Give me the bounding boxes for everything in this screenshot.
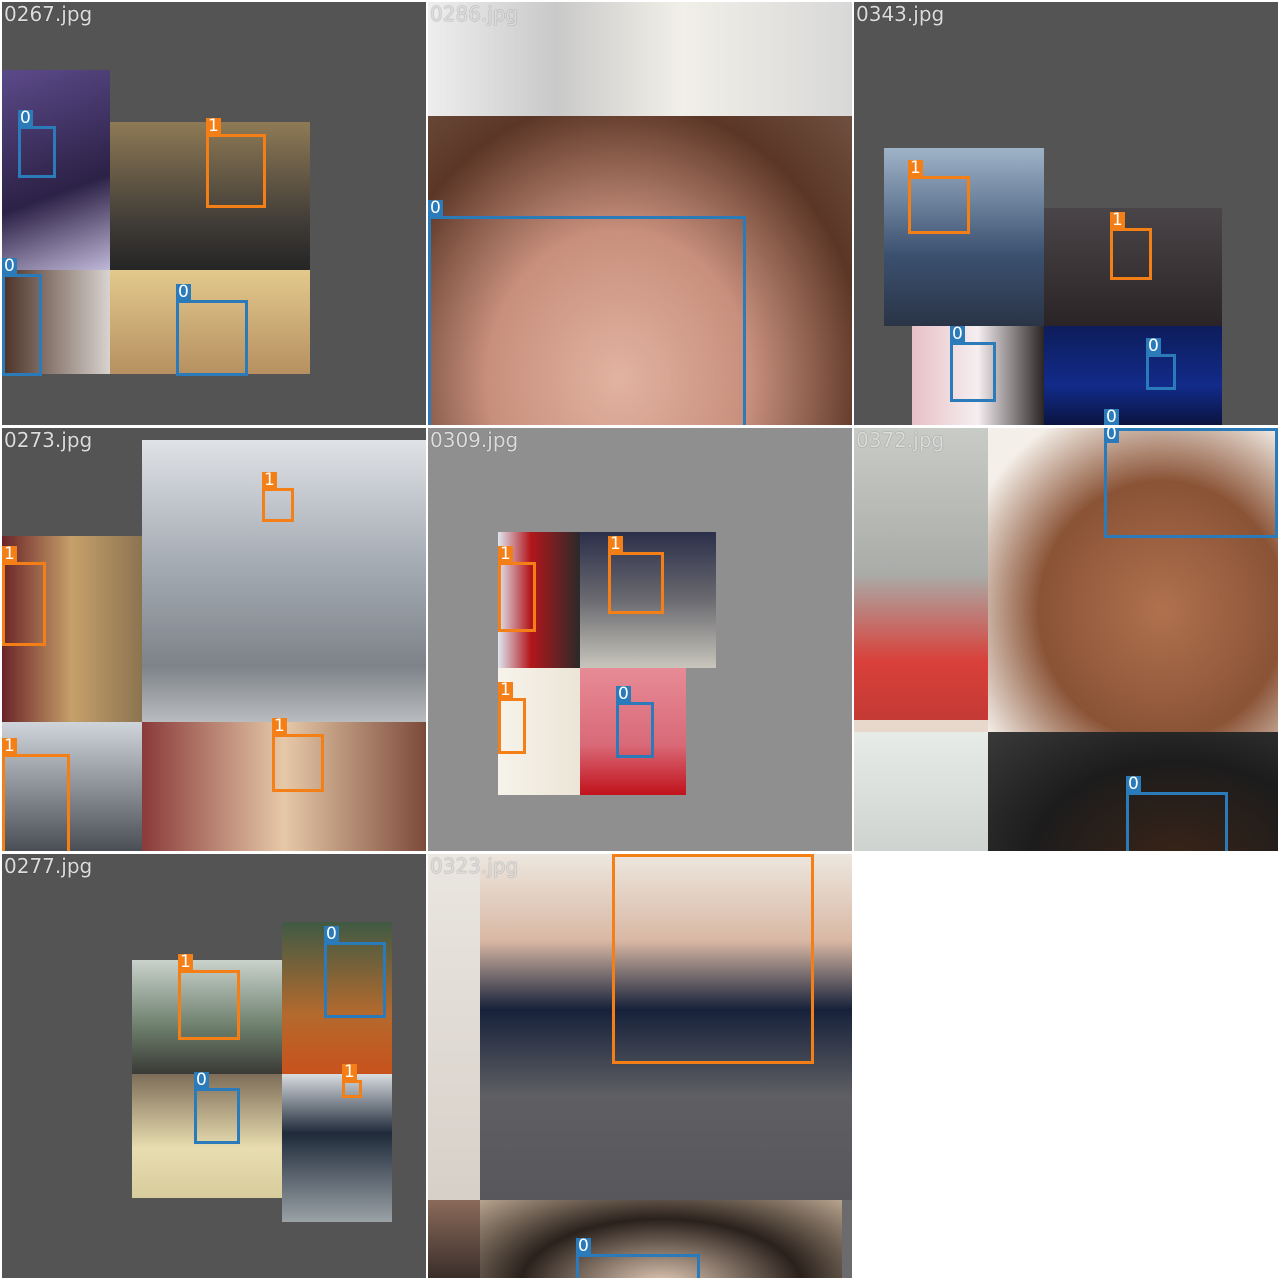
bbox-label: 1 <box>1110 210 1125 230</box>
tile-filename: 0277.jpg <box>4 854 93 878</box>
bbox-class-0 <box>2 274 42 376</box>
photo-red-shirt <box>854 428 988 720</box>
bbox-label: 1 <box>498 544 513 564</box>
bbox-label: 1 <box>342 1062 357 1082</box>
bbox-label: 1 <box>206 116 221 136</box>
bbox-class-0 <box>616 702 654 758</box>
bbox-class-0 <box>18 126 56 178</box>
bbox-label: 0 <box>194 1070 209 1090</box>
bbox-class-1 <box>262 488 294 522</box>
mosaic-tile-0343: 0343.jpg 1 1 0 0 0 <box>854 2 1278 425</box>
bbox-class-0 <box>576 1254 700 1278</box>
bbox-label: 0 <box>176 282 191 302</box>
bbox-class-1 <box>608 552 664 614</box>
bbox-label: 1 <box>608 534 623 554</box>
photo-person-dark-jacket <box>282 1074 392 1222</box>
bbox-label: 0 <box>1104 428 1119 444</box>
bbox-label: 0 <box>576 1236 591 1256</box>
tile-filename: 0286.jpg <box>430 2 519 26</box>
mosaic-tile-0323: 0323.jpg 1 0 <box>428 854 852 1278</box>
photo-woman-crowd <box>428 1200 480 1278</box>
bbox-label: 1 <box>612 854 627 855</box>
bbox-class-0 <box>194 1088 240 1144</box>
bbox-label: 0 <box>428 198 443 218</box>
bbox-class-0 <box>324 942 386 1018</box>
mosaic-tile-0309: 0309.jpg 1 1 1 0 <box>428 428 852 851</box>
mosaic-tile-0273: 0273.jpg 1 1 1 1 <box>2 428 426 851</box>
bbox-class-0 <box>950 342 996 402</box>
bbox-class-1 <box>342 1080 362 1098</box>
bbox-label: 0 <box>950 324 965 344</box>
tile-filename: 0343.jpg <box>856 2 945 26</box>
bbox-class-1 <box>612 854 814 1064</box>
mosaic-tile-0277: 0277.jpg 1 0 0 1 <box>2 854 426 1278</box>
tile-filename: 0309.jpg <box>430 428 519 452</box>
bbox-label: 0 <box>1126 774 1141 794</box>
mosaic-tile-0286: 0286.jpg 0 <box>428 2 852 425</box>
photo-white-panel <box>854 732 988 851</box>
bbox-class-1 <box>206 134 266 208</box>
bbox-class-1 <box>2 562 46 646</box>
mosaic-tile-0372: 0372.jpg 0 0 <box>854 428 1278 851</box>
tile-filename: 0372.jpg <box>856 428 945 452</box>
bbox-label: 0 <box>1146 336 1161 356</box>
bbox-class-0 <box>1126 792 1228 851</box>
bbox-label: 1 <box>2 736 17 756</box>
bbox-label: 1 <box>498 680 513 700</box>
bbox-label: 1 <box>262 470 277 490</box>
bbox-class-1 <box>498 698 526 754</box>
photo-floral-wall <box>428 854 480 1200</box>
bbox-label: 0 <box>2 256 17 276</box>
bbox-class-1 <box>498 562 536 632</box>
bbox-label: 1 <box>272 716 287 736</box>
bbox-class-1 <box>178 970 240 1040</box>
bbox-class-1 <box>1110 228 1152 280</box>
bbox-class-1 <box>2 754 70 851</box>
bbox-class-1 <box>908 176 970 234</box>
bbox-label: 0 <box>324 924 339 944</box>
bbox-label: 1 <box>178 952 193 972</box>
tile-filename: 0273.jpg <box>4 428 93 452</box>
bbox-class-0 <box>1104 428 1278 538</box>
photo-airport-traveler <box>142 440 426 722</box>
bbox-class-0 <box>428 216 746 425</box>
tile-filename: 0267.jpg <box>4 2 93 26</box>
mosaic-tile-0267: 0267.jpg 0 1 0 0 <box>2 2 426 425</box>
photo-man-stage <box>1044 326 1222 425</box>
bbox-label: 1 <box>2 544 17 564</box>
tile-filename: 0323.jpg <box>430 854 519 878</box>
bbox-label: 1 <box>908 158 923 178</box>
bbox-class-1 <box>272 734 324 792</box>
bbox-class-0 <box>1146 354 1176 390</box>
bbox-label: 0 <box>616 684 631 704</box>
bbox-class-0 <box>176 300 248 376</box>
bbox-label: 0 <box>1104 407 1119 425</box>
bbox-label: 0 <box>18 108 33 128</box>
